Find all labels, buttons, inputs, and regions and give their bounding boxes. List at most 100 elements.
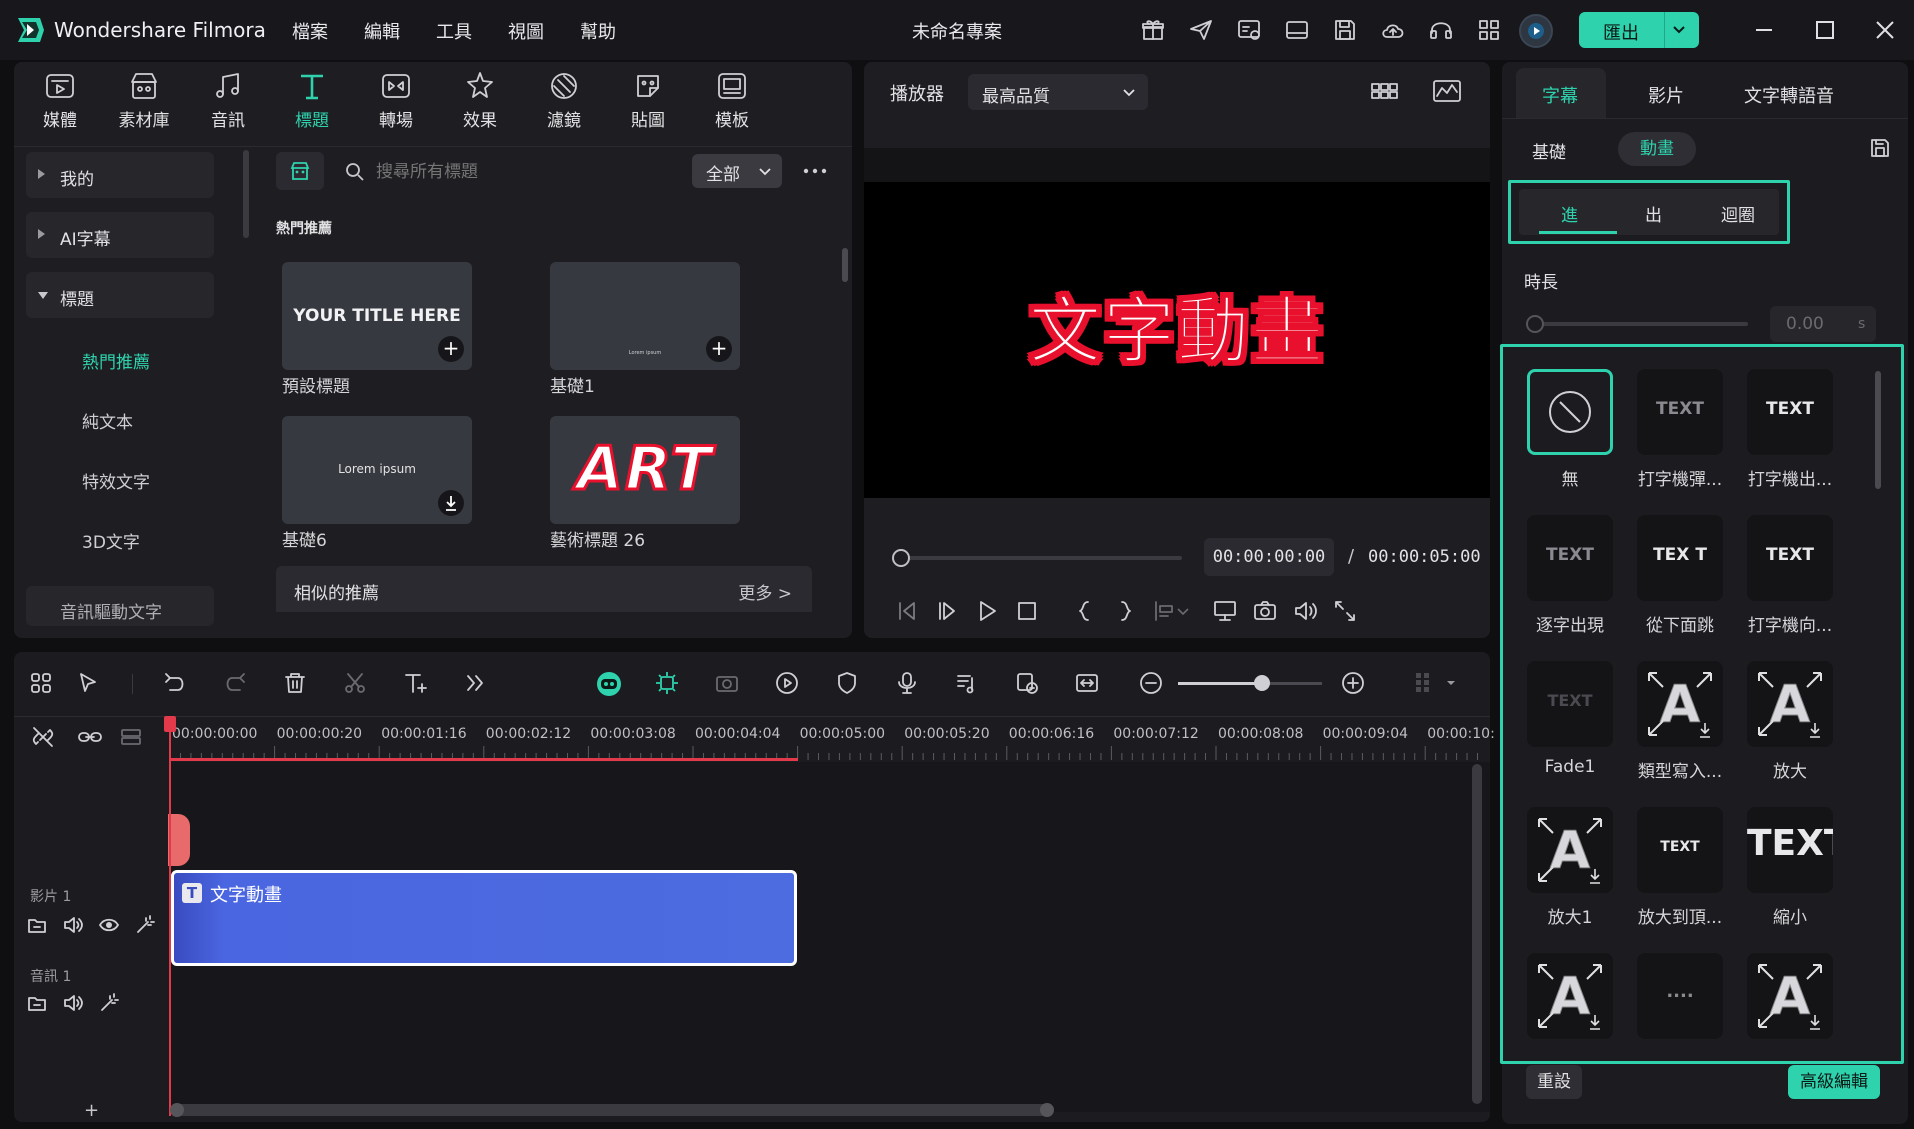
zoom-out-icon[interactable] xyxy=(1138,670,1164,696)
library-scrollbar[interactable] xyxy=(842,248,848,282)
audio-sync-icon[interactable] xyxy=(954,670,980,696)
save-icon[interactable] xyxy=(1332,17,1358,43)
preview-canvas[interactable]: 文字動畫 xyxy=(864,148,1490,498)
insert-icon[interactable] xyxy=(1152,598,1178,624)
tab-out[interactable]: 出 xyxy=(1645,201,1662,226)
preset-typewriter-toward[interactable]: TEXT 打字機向... xyxy=(1735,515,1845,636)
delete-icon[interactable] xyxy=(282,670,308,696)
send-icon[interactable] xyxy=(1188,17,1214,43)
duration-slider-handle[interactable] xyxy=(1526,315,1544,333)
fullscreen-icon[interactable] xyxy=(1332,598,1358,624)
search-input[interactable] xyxy=(376,158,676,186)
track-settings-icon[interactable] xyxy=(1410,670,1436,696)
play-icon[interactable] xyxy=(974,598,1000,624)
preset-circle-shrink[interactable]: A xyxy=(1515,953,1625,1049)
reset-button[interactable]: 重設 xyxy=(1526,1065,1582,1099)
redo-icon[interactable] xyxy=(222,670,248,696)
sidebar-sub-effect-text[interactable]: 特效文字 xyxy=(82,468,150,493)
export-button[interactable]: 匯出 xyxy=(1579,12,1699,48)
tab-loop[interactable]: 迴圈 xyxy=(1721,201,1755,226)
prev-frame-icon[interactable] xyxy=(894,598,920,624)
zoom-slider-handle[interactable] xyxy=(1254,675,1270,691)
camera-plus-icon[interactable] xyxy=(714,670,740,696)
undo-icon[interactable] xyxy=(162,670,188,696)
tab-video[interactable]: 影片 xyxy=(1648,82,1684,108)
link-off-icon[interactable] xyxy=(30,724,56,750)
sidebar-sub-hot[interactable]: 熱門推薦 xyxy=(82,348,150,373)
preset-dots[interactable]: .... xyxy=(1625,953,1735,1049)
volume-icon[interactable] xyxy=(62,914,84,936)
replace-icon[interactable] xyxy=(1014,670,1040,696)
mark-in-icon[interactable] xyxy=(1072,598,1098,624)
folder-icon[interactable] xyxy=(26,914,48,936)
tool-stock[interactable]: 素材庫 xyxy=(108,70,180,140)
preset-zoom-in1[interactable]: A 放大1 xyxy=(1515,807,1625,928)
preset-scatter[interactable]: A xyxy=(1735,953,1845,1049)
playhead-handle[interactable] xyxy=(164,716,176,732)
preset-word-by-word[interactable]: TEXT 逐字出現 xyxy=(1515,515,1625,636)
display-icon[interactable] xyxy=(1212,598,1238,624)
track-layout-icon[interactable] xyxy=(118,724,144,750)
folder-icon[interactable] xyxy=(26,992,48,1014)
menu-file[interactable]: 檔案 xyxy=(292,18,328,44)
close-icon[interactable] xyxy=(1873,18,1897,42)
tool-effects[interactable]: 效果 xyxy=(444,70,516,140)
sidebar-item-ai-caption[interactable]: AI字幕 xyxy=(26,212,214,258)
preset-typewriter-out[interactable]: TEXT 打字機出... xyxy=(1735,369,1845,490)
time-ruler[interactable]: 00:00:00:00 00:00:00:20 00:00:01:16 00:00:0… xyxy=(170,716,1495,761)
grid-icon[interactable] xyxy=(1476,17,1502,43)
cut-icon[interactable] xyxy=(342,670,368,696)
title-card-default[interactable]: YOUR TITLE HERE + xyxy=(282,262,472,370)
microphone-icon[interactable] xyxy=(894,670,920,696)
more-link[interactable]: 更多 > xyxy=(738,579,792,604)
mark-out-icon[interactable] xyxy=(1112,598,1138,624)
volume-icon[interactable] xyxy=(62,992,84,1014)
chevron-down-icon[interactable] xyxy=(1444,670,1458,696)
sidebar-sub-plain[interactable]: 純文本 xyxy=(82,408,133,433)
sidebar-item-titles[interactable]: 標題 xyxy=(26,272,214,318)
ai-robot-icon[interactable] xyxy=(594,670,621,696)
title-card-basic6[interactable]: Lorem ipsum xyxy=(282,416,472,524)
quality-dropdown[interactable]: 最高品質 xyxy=(968,74,1148,110)
chevron-down-icon[interactable] xyxy=(1176,598,1190,624)
store-button[interactable] xyxy=(276,152,324,190)
tool-audio[interactable]: 音訊 xyxy=(192,70,264,140)
add-icon[interactable]: + xyxy=(706,336,732,362)
current-timecode[interactable]: 00:00:00:00 xyxy=(1204,538,1334,576)
timeline-hscrollbar[interactable] xyxy=(170,1103,1054,1117)
zoom-in-icon[interactable] xyxy=(1340,670,1366,696)
title-card-art26[interactable]: ART xyxy=(550,416,740,524)
tab-in[interactable]: 進 xyxy=(1561,201,1578,226)
more-options-icon[interactable] xyxy=(800,160,832,182)
menu-tools[interactable]: 工具 xyxy=(436,18,472,44)
preset-jump-from-below[interactable]: TEX T 從下面跳 xyxy=(1625,515,1735,636)
maximize-icon[interactable] xyxy=(1813,18,1837,42)
preset-none[interactable]: 無 xyxy=(1515,369,1625,490)
tab-tts[interactable]: 文字轉語音 xyxy=(1744,82,1834,108)
layout-grid-icon[interactable] xyxy=(28,670,54,696)
preset-shrink[interactable]: TEXT 縮小 xyxy=(1735,807,1845,928)
menu-view[interactable]: 視圖 xyxy=(508,18,544,44)
cloud-icon[interactable] xyxy=(1380,17,1406,43)
preset-zoom-to-top[interactable]: TEXT 放大到頂... xyxy=(1625,807,1735,928)
auto-highlight-icon[interactable] xyxy=(654,670,680,696)
seek-bar[interactable] xyxy=(892,549,1182,567)
timeline-vscrollbar[interactable] xyxy=(1472,764,1482,1104)
scope-icon[interactable] xyxy=(1432,78,1462,104)
preset-fade1[interactable]: TEXT Fade1 xyxy=(1515,661,1625,777)
preset-zoom-in[interactable]: A 放大 xyxy=(1735,661,1845,782)
seek-handle[interactable] xyxy=(892,549,910,567)
playhead-marker[interactable] xyxy=(168,814,190,866)
dialog-icon[interactable] xyxy=(1236,17,1262,43)
tool-media[interactable]: 媒體 xyxy=(24,70,96,140)
segment-basic[interactable]: 基礎 xyxy=(1532,138,1566,163)
zoom-slider[interactable] xyxy=(1178,675,1322,691)
gift-icon[interactable] xyxy=(1140,17,1166,43)
link-icon[interactable] xyxy=(76,724,104,750)
fit-icon[interactable] xyxy=(1074,670,1100,696)
title-clip[interactable]: T 文字動畫 xyxy=(171,870,797,966)
duration-slider[interactable] xyxy=(1530,322,1748,326)
title-card-basic1[interactable]: Lorem ipsum + xyxy=(550,262,740,370)
tool-templates[interactable]: 模板 xyxy=(696,70,768,140)
avatar[interactable] xyxy=(1519,14,1553,48)
